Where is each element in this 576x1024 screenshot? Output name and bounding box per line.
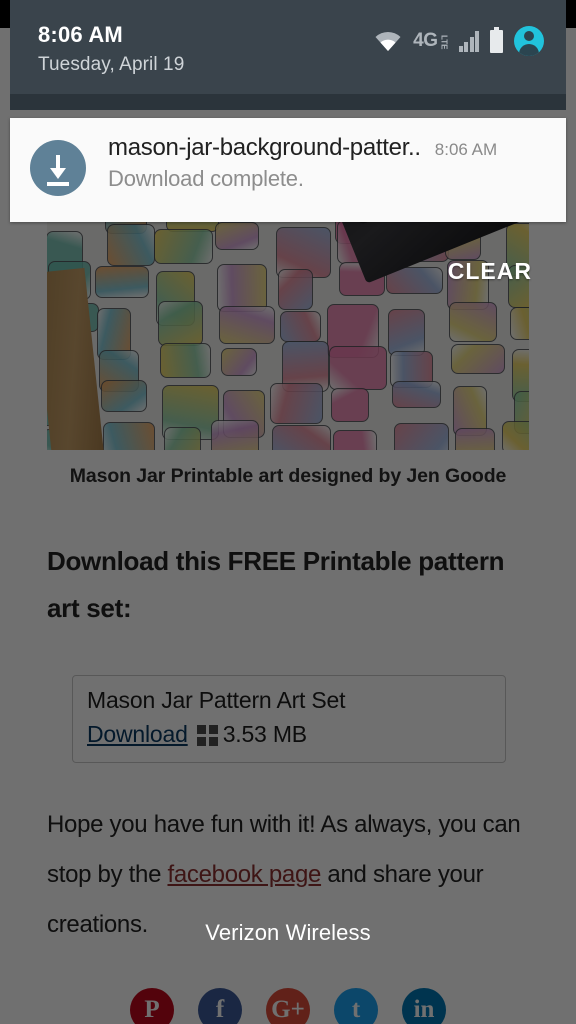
notification-title: mason-jar-background-patter.. bbox=[108, 134, 421, 161]
social-icon-pinterest[interactable]: P bbox=[130, 988, 174, 1024]
image-caption: Mason Jar Printable art designed by Jen … bbox=[69, 465, 507, 487]
jar-shape bbox=[502, 421, 529, 450]
jar-shape bbox=[164, 427, 201, 450]
page-lede-heading: Download this FREE Printable pattern art… bbox=[47, 546, 505, 623]
clear-notifications-button[interactable]: CLEAR bbox=[448, 258, 532, 285]
download-icon bbox=[30, 140, 86, 196]
status-bar-icons: 4G LTE bbox=[374, 26, 544, 56]
jar-shape bbox=[272, 425, 331, 450]
network-type-label: 4G bbox=[413, 30, 438, 51]
download-box-title: Mason Jar Pattern Art Set bbox=[87, 687, 346, 713]
bezel-left bbox=[0, 0, 10, 28]
jar-shape bbox=[107, 224, 155, 266]
jar-shape bbox=[154, 229, 213, 264]
jar-shape bbox=[95, 266, 149, 298]
status-bar[interactable]: 8:06 AM Tuesday, April 19 4G LTE bbox=[10, 0, 566, 94]
social-icon-google-plus[interactable]: G+ bbox=[266, 988, 310, 1024]
facebook-page-link[interactable]: facebook page bbox=[167, 861, 321, 888]
jar-shape bbox=[219, 306, 275, 344]
jar-shape bbox=[280, 311, 321, 342]
notification-time: 8:06 AM bbox=[434, 140, 498, 159]
download-link[interactable]: Download bbox=[87, 717, 188, 751]
network-type-icon: 4G LTE bbox=[413, 30, 449, 52]
social-icon-linkedin[interactable]: in bbox=[402, 988, 446, 1024]
status-bar-date: Tuesday, April 19 bbox=[38, 54, 185, 75]
bezel-right bbox=[566, 0, 576, 28]
notification-subtitle: Download complete. bbox=[108, 166, 304, 191]
jar-shape bbox=[103, 422, 155, 450]
carrier-toast: Verizon Wireless bbox=[205, 920, 371, 945]
notification-shade: 8:06 AM Tuesday, April 19 4G LTE bbox=[10, 0, 566, 110]
battery-icon bbox=[490, 26, 503, 53]
social-icon-twitter[interactable]: t bbox=[334, 988, 378, 1024]
download-file-size: 3.53 MB bbox=[222, 721, 307, 747]
network-type-sub: LTE bbox=[439, 35, 449, 50]
signal-bars-icon bbox=[458, 30, 479, 52]
jar-shape bbox=[211, 420, 259, 450]
jar-shape bbox=[388, 309, 425, 356]
jar-shape bbox=[329, 346, 387, 390]
jar-shape bbox=[158, 301, 203, 346]
user-avatar-icon[interactable] bbox=[514, 26, 544, 56]
jar-shape bbox=[160, 343, 211, 378]
wifi-icon bbox=[374, 31, 402, 52]
notification-card[interactable]: mason-jar-background-patter.. 8:06 AM Do… bbox=[10, 118, 566, 222]
shade-divider bbox=[10, 94, 566, 110]
download-box[interactable]: Mason Jar Pattern Art Set Download 3.53 … bbox=[72, 675, 506, 763]
jar-shape bbox=[331, 388, 369, 422]
jar-shape bbox=[392, 381, 441, 408]
jar-shape bbox=[449, 302, 497, 342]
jar-shape bbox=[455, 428, 495, 450]
jar-shape bbox=[270, 383, 323, 424]
jar-shape bbox=[451, 344, 505, 374]
notification-header-row: mason-jar-background-patter.. 8:06 AM bbox=[108, 134, 548, 162]
jar-shape bbox=[221, 348, 257, 376]
broken-image-icon bbox=[196, 724, 218, 746]
phone-screen: Mason Jar Printable art designed by Jen … bbox=[0, 0, 576, 1024]
download-box-row: Download 3.53 MB bbox=[87, 717, 491, 751]
jar-shape bbox=[278, 269, 313, 310]
jar-shape bbox=[510, 307, 529, 340]
jar-shape bbox=[394, 423, 449, 450]
jar-shape bbox=[215, 222, 259, 250]
notification-text: mason-jar-background-patter.. 8:06 AM Do… bbox=[86, 134, 548, 192]
social-icon-facebook[interactable]: f bbox=[198, 988, 242, 1024]
jar-shape bbox=[333, 430, 377, 450]
social-share-row: Pf G+ t in bbox=[0, 988, 576, 1024]
jar-shape bbox=[101, 380, 147, 412]
jar-shape bbox=[217, 264, 267, 312]
